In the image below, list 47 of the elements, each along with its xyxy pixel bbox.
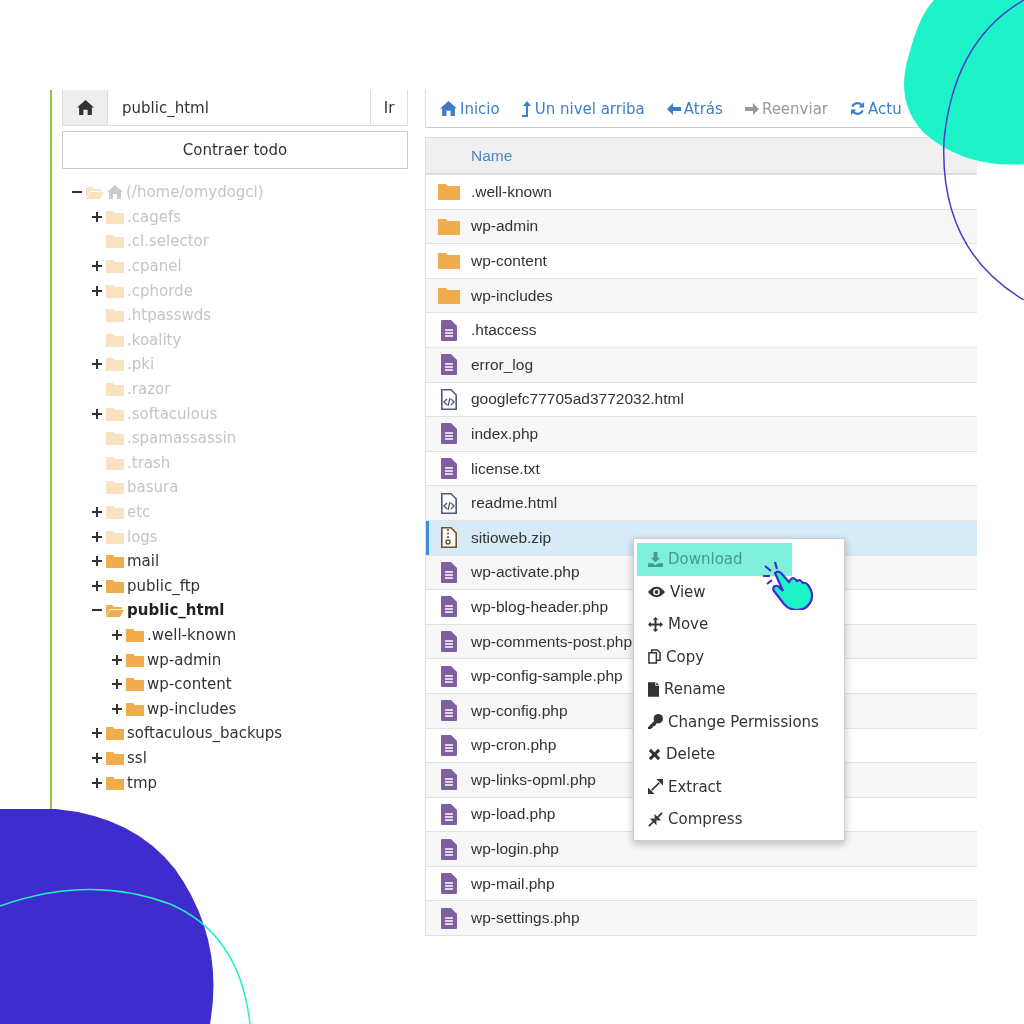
folder-name: .trash: [127, 453, 171, 472]
folder-name: wp-includes: [147, 699, 237, 718]
folder-name: .htpasswds: [127, 306, 212, 325]
folder-name: public_ftp: [127, 576, 201, 595]
file-name: wp-login.php: [471, 840, 559, 859]
folder-name: (/home/omydogcl): [126, 183, 264, 202]
file-name: license.txt: [471, 459, 540, 478]
file-name: sitioweb.zip: [471, 528, 552, 547]
folder-name: ssl: [127, 748, 147, 767]
file-name: wp-config-sample.php: [471, 667, 623, 686]
folder-name: .cl.selector: [127, 232, 209, 251]
folder-name: .spamassassin: [127, 429, 237, 448]
folder-name: logs: [127, 527, 158, 546]
file-name: wp-admin: [471, 217, 539, 236]
file-name: wp-includes: [471, 286, 553, 305]
file-name: wp-content: [471, 252, 547, 270]
file-name: wp-blog-header.php: [471, 597, 609, 616]
folder-name: .koality: [127, 330, 182, 349]
folder-name: softaculous_backups: [127, 724, 283, 743]
folder-name: wp-admin: [147, 650, 222, 669]
file-name: readme.html: [471, 494, 558, 513]
folder-name: .pki: [127, 355, 155, 374]
folder-name: .well-known: [147, 626, 237, 644]
file-name: .htaccess: [471, 321, 537, 340]
folder-name: wp-content: [147, 675, 232, 694]
folder-name: mail: [127, 552, 160, 571]
folder-name: tmp: [127, 773, 157, 792]
file-name: wp-settings.php: [471, 909, 580, 928]
file-name: wp-mail.php: [471, 874, 555, 893]
folder-name: .cphorde: [127, 281, 193, 300]
file-name: wp-load.php: [471, 805, 556, 824]
folder-name: public_html: [127, 601, 225, 620]
folder-name: .softaculous: [127, 404, 218, 423]
file-name: wp-comments-post.php: [471, 632, 633, 651]
file-name: wp-links-opml.php: [471, 770, 596, 789]
file-name: .well-known: [471, 182, 552, 201]
file-name: error_log: [471, 355, 534, 374]
folder-name: .cpanel: [127, 257, 182, 276]
file-name: wp-config.php: [471, 701, 568, 720]
file-name: googlefc77705ad3772032.html: [471, 390, 684, 409]
file-name: wp-activate.php: [471, 563, 580, 582]
file-name: index.php: [471, 424, 539, 443]
folder-name: .razor: [127, 380, 171, 399]
folder-name: basura: [127, 478, 179, 497]
folder-name: .cagefs: [127, 207, 182, 226]
folder-name: etc: [127, 503, 151, 521]
file-name: wp-cron.php: [471, 736, 557, 755]
